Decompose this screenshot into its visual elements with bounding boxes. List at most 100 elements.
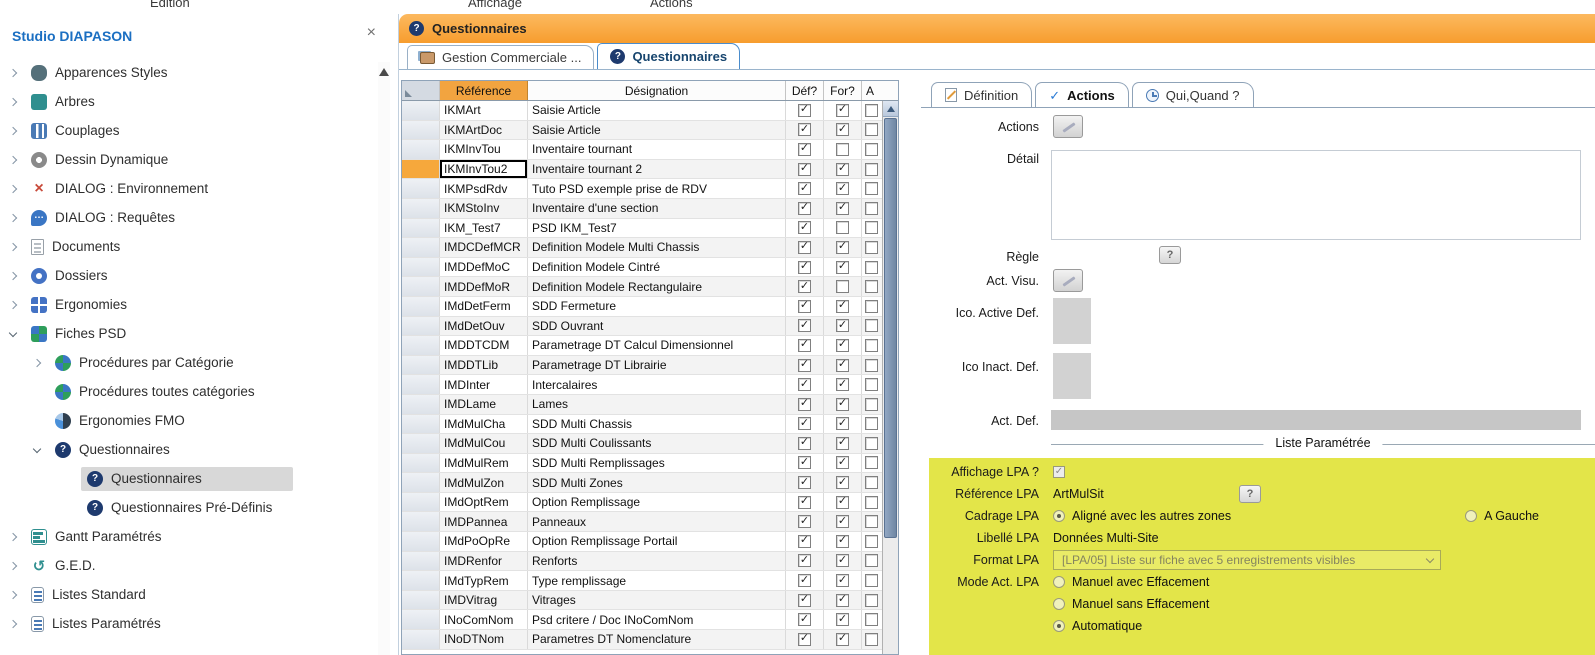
a-checkbox[interactable]	[865, 476, 878, 489]
chevron-right-icon[interactable]	[8, 532, 18, 542]
table-row[interactable]: IKMArtSaisie Article	[402, 101, 882, 121]
cell-a[interactable]	[862, 140, 882, 159]
cell-for[interactable]	[824, 101, 862, 120]
cell-def[interactable]	[786, 297, 824, 316]
for-checkbox[interactable]	[836, 515, 849, 528]
row-selector[interactable]	[402, 552, 440, 571]
sidebar-item-content[interactable]: Procédures par Catégorie	[49, 351, 240, 375]
cell-def[interactable]	[786, 101, 824, 120]
chevron-right-icon[interactable]	[32, 358, 42, 368]
table-row[interactable]: IMDVitragVitrages	[402, 591, 882, 611]
cell-for[interactable]	[824, 610, 862, 629]
a-checkbox[interactable]	[865, 633, 878, 646]
cell-for[interactable]	[824, 630, 862, 649]
tab-definition[interactable]: Définition	[931, 82, 1032, 107]
cell-a[interactable]	[862, 591, 882, 610]
for-checkbox[interactable]	[836, 143, 849, 156]
cell-def[interactable]	[786, 375, 824, 394]
cell-reference[interactable]: IMDDefMoR	[440, 277, 528, 296]
cell-reference[interactable]: IMDDTLib	[440, 356, 528, 375]
chevron-right-icon[interactable]	[8, 126, 18, 136]
table-row[interactable]: IKMPsdRdvTuto PSD exemple prise de RDV	[402, 179, 882, 199]
for-checkbox[interactable]	[836, 261, 849, 274]
close-icon[interactable]: ×	[367, 25, 376, 41]
a-checkbox[interactable]	[865, 241, 878, 254]
cell-reference[interactable]: IKMInvTou2	[440, 160, 528, 179]
cell-def[interactable]	[786, 434, 824, 453]
cell-a[interactable]	[862, 121, 882, 140]
sidebar-item-apparences-styles[interactable]: Apparences Styles	[0, 58, 376, 87]
cell-a[interactable]	[862, 336, 882, 355]
cell-a[interactable]	[862, 552, 882, 571]
a-checkbox[interactable]	[865, 182, 878, 195]
def-checkbox[interactable]	[798, 163, 811, 176]
row-selector[interactable]	[402, 277, 440, 296]
table-row[interactable]: IMDPanneaPanneaux	[402, 512, 882, 532]
cell-for[interactable]	[824, 219, 862, 238]
cell-designation[interactable]: Lames	[528, 395, 786, 414]
row-selector[interactable]	[402, 160, 440, 179]
cell-for[interactable]	[824, 532, 862, 551]
mode-radio-0[interactable]	[1053, 576, 1065, 588]
table-row[interactable]: IMdMulZonSDD Multi Zones	[402, 473, 882, 493]
cell-a[interactable]	[862, 219, 882, 238]
cell-designation[interactable]: Saisie Article	[528, 101, 786, 120]
def-checkbox[interactable]	[798, 359, 811, 372]
for-checkbox[interactable]	[836, 163, 849, 176]
table-row[interactable]: INoComNomPsd critere / Doc INoComNom	[402, 610, 882, 630]
for-checkbox[interactable]	[836, 241, 849, 254]
sidebar-item-content[interactable]: DIALOG : Environnement	[25, 177, 214, 201]
sidebar-item-proc-dures-toutes-cat-gories[interactable]: Procédures toutes catégories	[0, 377, 376, 406]
def-checkbox[interactable]	[798, 515, 811, 528]
cell-designation[interactable]: Vitrages	[528, 591, 786, 610]
a-checkbox[interactable]	[865, 535, 878, 548]
menu-actions[interactable]: Actions	[650, 0, 693, 10]
menu-edition[interactable]: Edition	[150, 0, 190, 10]
scrollbar-thumb[interactable]	[884, 118, 897, 538]
row-selector[interactable]	[402, 493, 440, 512]
cell-designation[interactable]: SDD Multi Remplissages	[528, 454, 786, 473]
sidebar-item-documents[interactable]: Documents	[0, 232, 376, 261]
cell-def[interactable]	[786, 454, 824, 473]
cell-for[interactable]	[824, 375, 862, 394]
cell-a[interactable]	[862, 512, 882, 531]
for-checkbox[interactable]	[836, 594, 849, 607]
for-checkbox[interactable]	[836, 535, 849, 548]
sidebar-item-listes-standard[interactable]: Listes Standard	[0, 580, 376, 609]
sidebar-item-dialog-environnement[interactable]: DIALOG : Environnement	[0, 174, 376, 203]
def-checkbox[interactable]	[798, 221, 811, 234]
chevron-right-icon[interactable]	[8, 213, 18, 223]
header-for[interactable]: For?	[824, 81, 862, 100]
cell-reference[interactable]: IKMInvTou	[440, 140, 528, 159]
cell-for[interactable]	[824, 552, 862, 571]
a-checkbox[interactable]	[865, 123, 878, 136]
a-checkbox[interactable]	[865, 378, 878, 391]
cell-designation[interactable]: SDD Ouvrant	[528, 317, 786, 336]
for-checkbox[interactable]	[836, 300, 849, 313]
cell-designation[interactable]: Parametrage DT Librairie	[528, 356, 786, 375]
cell-for[interactable]	[824, 434, 862, 453]
def-checkbox[interactable]	[798, 319, 811, 332]
a-checkbox[interactable]	[865, 456, 878, 469]
table-row[interactable]: IMDLameLames	[402, 395, 882, 415]
table-row[interactable]: IMdPoOpReOption Remplissage Portail	[402, 532, 882, 552]
sidebar-item-content[interactable]: Couplages	[25, 119, 126, 143]
cell-def[interactable]	[786, 219, 824, 238]
cell-def[interactable]	[786, 238, 824, 257]
sidebar-item-arbres[interactable]: Arbres	[0, 87, 376, 116]
for-checkbox[interactable]	[836, 554, 849, 567]
a-checkbox[interactable]	[865, 104, 878, 117]
sidebar-item-dialog-requ-tes[interactable]: DIALOG : Requêtes	[0, 203, 376, 232]
sidebar-item-content[interactable]: Questionnaires Pré-Définis	[81, 496, 278, 520]
cell-for[interactable]	[824, 571, 862, 590]
cell-a[interactable]	[862, 415, 882, 434]
cell-reference[interactable]: IMdOptRem	[440, 493, 528, 512]
act-visu-edit-button[interactable]	[1053, 269, 1083, 292]
cell-reference[interactable]: IMDCDefMCR	[440, 238, 528, 257]
for-checkbox[interactable]	[836, 104, 849, 117]
cell-designation[interactable]: Parametres DT Nomenclature	[528, 630, 786, 649]
cell-for[interactable]	[824, 473, 862, 492]
cell-reference[interactable]: IMDPannea	[440, 512, 528, 531]
cell-def[interactable]	[786, 160, 824, 179]
chevron-right-icon[interactable]	[8, 619, 18, 629]
